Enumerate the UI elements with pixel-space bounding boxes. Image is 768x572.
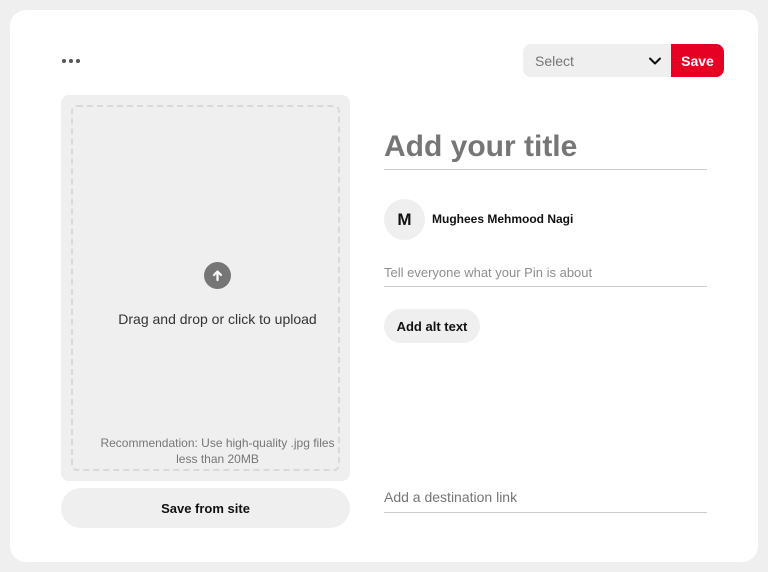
destination-link-input[interactable]: Add a destination link bbox=[384, 482, 707, 513]
upload-dropzone[interactable]: Drag and drop or click to upload Recomme… bbox=[71, 105, 340, 471]
description-input[interactable]: Tell everyone what your Pin is about bbox=[384, 258, 707, 287]
save-button[interactable]: Save bbox=[671, 44, 724, 77]
chevron-down-icon bbox=[649, 57, 661, 64]
board-select-dropdown[interactable]: Select bbox=[523, 44, 672, 77]
image-upload-panel: Drag and drop or click to upload Recomme… bbox=[61, 95, 350, 481]
upload-instruction: Drag and drop or click to upload bbox=[118, 311, 317, 327]
user-name: Mughees Mehmood Nagi bbox=[432, 212, 574, 226]
arrow-up-icon bbox=[204, 262, 231, 289]
add-alt-text-button[interactable]: Add alt text bbox=[384, 309, 480, 343]
upload-recommendation: Recommendation: Use high-quality .jpg fi… bbox=[100, 436, 335, 466]
ellipsis-icon bbox=[76, 59, 80, 63]
ellipsis-icon bbox=[62, 59, 66, 63]
ellipsis-icon bbox=[69, 59, 73, 63]
save-from-site-button[interactable]: Save from site bbox=[61, 488, 350, 528]
avatar: M bbox=[384, 199, 425, 240]
more-options-button[interactable] bbox=[52, 50, 90, 72]
title-input[interactable]: Add your title bbox=[384, 124, 707, 170]
board-select-value: Select bbox=[535, 52, 574, 69]
